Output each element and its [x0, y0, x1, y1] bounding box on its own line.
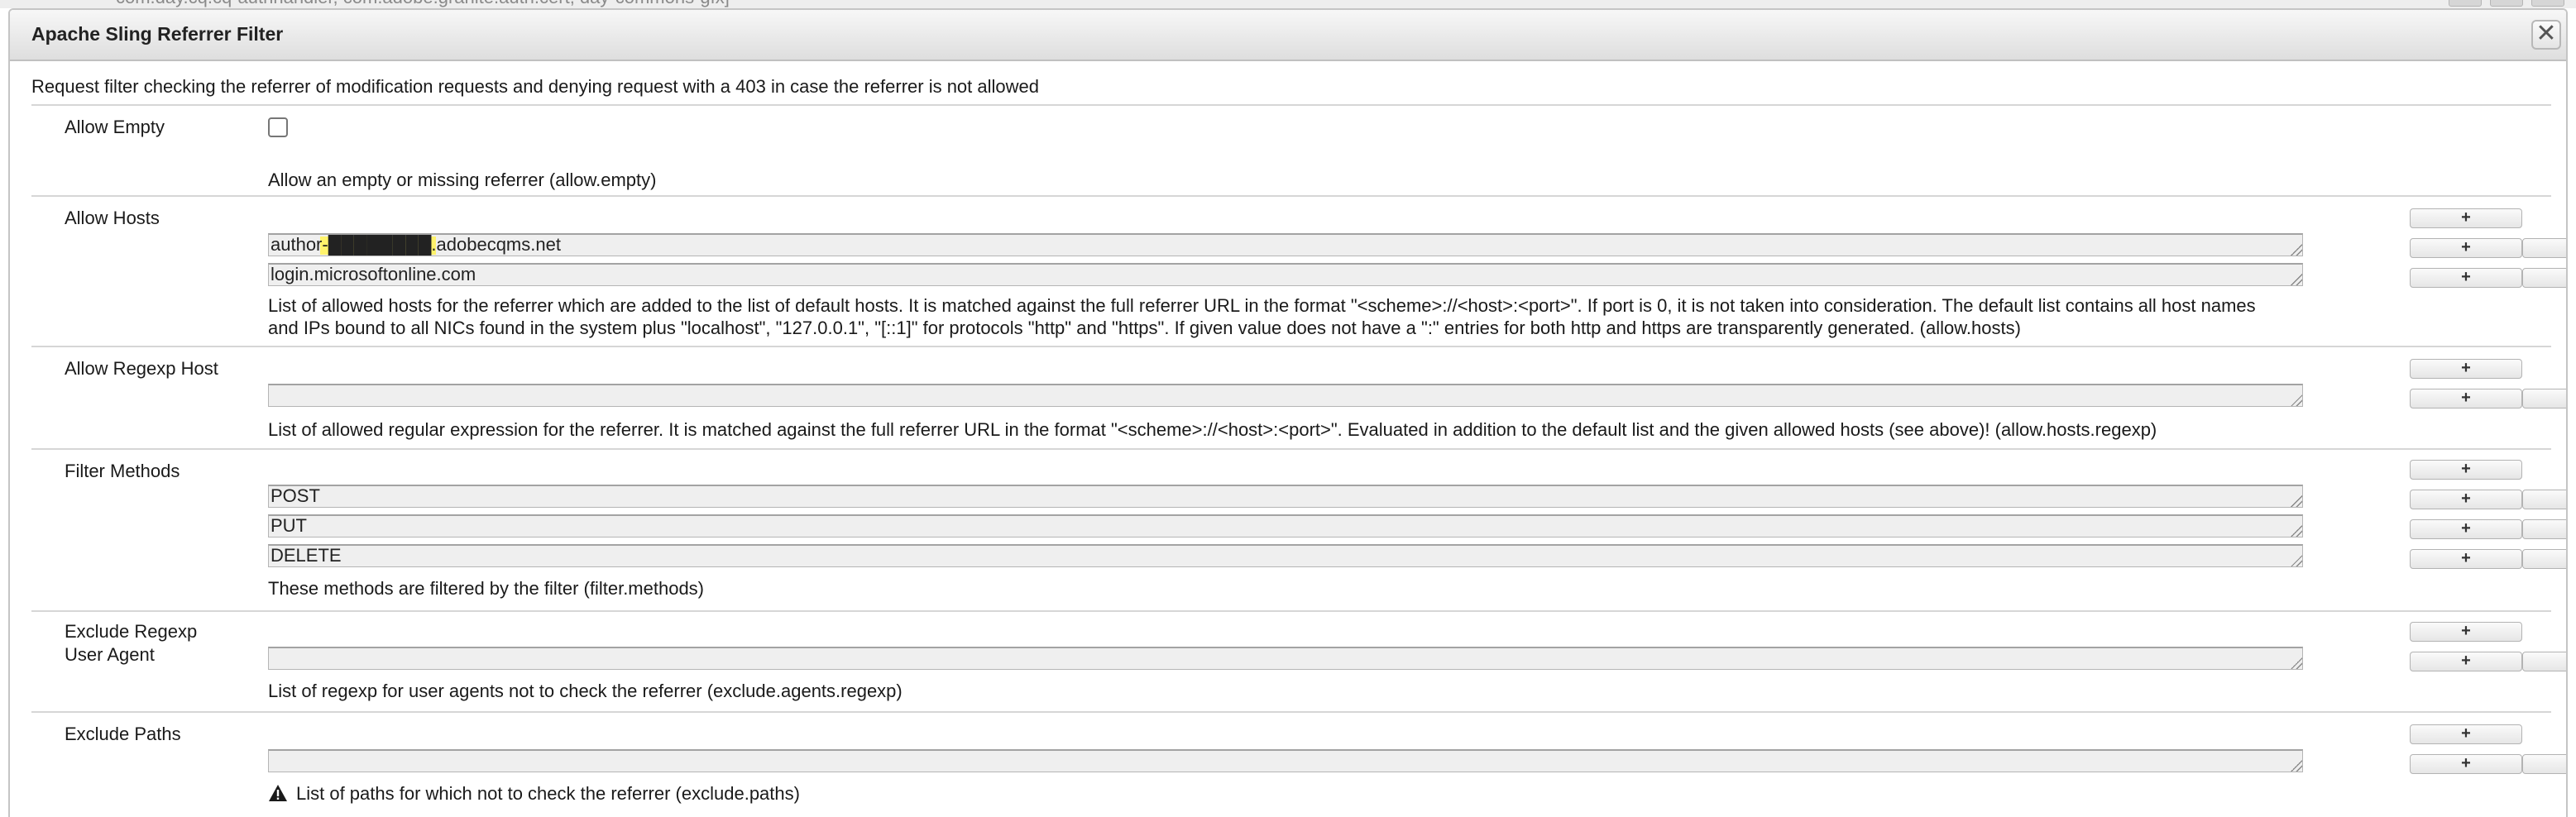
allow-hosts-add-button-1[interactable]: +	[2410, 238, 2522, 258]
filter-methods-add-button[interactable]: +	[2410, 460, 2522, 480]
filter-methods-remove-button-2[interactable]: -	[2522, 519, 2566, 539]
exclude-paths-add-button[interactable]: +	[2410, 724, 2522, 744]
allow-empty-help: Allow an empty or missing referrer (allo…	[268, 170, 657, 190]
section-allow-hosts: Allow Hosts + author-████████.adobecqms.…	[31, 195, 2566, 346]
resize-handle-icon[interactable]	[2291, 760, 2302, 772]
allow-regexp-host-add-button-1[interactable]: +	[2410, 389, 2522, 408]
exclude-regexp-user-agent-help: List of regexp for user agents not to ch…	[268, 681, 903, 701]
allow-hosts-remove-button-1[interactable]: -	[2522, 238, 2566, 258]
filter-methods-input-1[interactable]: POST	[268, 485, 2303, 508]
allow-regexp-host-input[interactable]	[268, 384, 2303, 407]
allow-hosts-remove-button-2[interactable]: -	[2522, 268, 2566, 288]
filter-methods-add-button-3[interactable]: +	[2410, 549, 2522, 569]
config-dialog: Apache Sling Referrer Filter ✕ Request f…	[8, 8, 2568, 817]
resize-handle-icon[interactable]	[2291, 394, 2302, 406]
resize-handle-icon[interactable]	[2291, 274, 2302, 285]
filter-methods-remove-button-3[interactable]: -	[2522, 549, 2566, 569]
warning-icon	[269, 785, 287, 801]
filter-methods-remove-button-1[interactable]: -	[2522, 490, 2566, 509]
section-filter-methods: Filter Methods + POST + - PUT + - DELETE…	[31, 448, 2566, 610]
exclude-paths-input[interactable]	[268, 749, 2303, 772]
allow-empty-checkbox[interactable]	[268, 117, 288, 137]
background-window-button	[2449, 0, 2482, 7]
section-allow-regexp-host: Allow Regexp Host + + - List of allowed …	[31, 346, 2566, 448]
filter-methods-add-button-2[interactable]: +	[2410, 519, 2522, 539]
resize-handle-icon[interactable]	[2291, 555, 2302, 566]
resize-handle-icon[interactable]	[2291, 244, 2302, 256]
filter-methods-add-button-1[interactable]: +	[2410, 490, 2522, 509]
resize-handle-icon[interactable]	[2291, 525, 2302, 537]
background-window-text: com.day.cq.cq-authhandler, com.adobe.gra…	[116, 0, 730, 8]
allow-empty-label: Allow Empty	[65, 117, 165, 137]
dialog-titlebar[interactable]: Apache Sling Referrer Filter ✕	[10, 10, 2566, 61]
exclude-regexp-user-agent-remove-button-1[interactable]: -	[2522, 652, 2566, 671]
filter-methods-input-3[interactable]: DELETE	[268, 544, 2303, 567]
exclude-paths-remove-button-1[interactable]: -	[2522, 754, 2566, 774]
dialog-description: Request filter checking the referrer of …	[31, 76, 1039, 97]
allow-regexp-host-label: Allow Regexp Host	[65, 358, 218, 379]
exclude-paths-help: List of paths for which not to check the…	[268, 782, 2539, 805]
background-window: com.day.cq.cq-authhandler, com.adobe.gra…	[0, 0, 2576, 8]
allow-hosts-add-button[interactable]: +	[2410, 208, 2522, 228]
background-window-button	[2490, 0, 2523, 7]
resize-handle-icon[interactable]	[2291, 657, 2302, 669]
exclude-regexp-user-agent-input[interactable]	[268, 647, 2303, 670]
resize-handle-icon[interactable]	[2291, 495, 2302, 507]
allow-hosts-label: Allow Hosts	[65, 208, 160, 228]
section-exclude-paths: Exclude Paths + + - List of paths for wh…	[31, 711, 2566, 817]
allow-regexp-host-help: List of allowed regular expression for t…	[268, 419, 2157, 440]
allow-hosts-help: List of allowed hosts for the referrer w…	[268, 295, 2256, 338]
filter-methods-label: Filter Methods	[65, 461, 180, 481]
allow-regexp-host-add-button[interactable]: +	[2410, 359, 2522, 379]
exclude-paths-add-button-1[interactable]: +	[2410, 754, 2522, 774]
section-allow-empty: Allow Empty Allow an empty or missing re…	[31, 104, 2551, 195]
background-window-button	[2531, 0, 2564, 7]
allow-hosts-input-2[interactable]: login.microsoftonline.com	[268, 263, 2303, 286]
section-exclude-regexp-user-agent: Exclude Regexp User Agent + + - List of …	[31, 610, 2566, 711]
exclude-paths-label: Exclude Paths	[65, 724, 181, 744]
close-button[interactable]: ✕	[2531, 20, 2561, 50]
allow-regexp-host-remove-button-1[interactable]: -	[2522, 389, 2566, 408]
filter-methods-input-2[interactable]: PUT	[268, 514, 2303, 538]
dialog-title: Apache Sling Referrer Filter	[31, 23, 284, 45]
exclude-regexp-user-agent-add-button-1[interactable]: +	[2410, 652, 2522, 671]
exclude-regexp-user-agent-label: Exclude Regexp User Agent	[65, 621, 198, 665]
exclude-regexp-user-agent-add-button[interactable]: +	[2410, 622, 2522, 642]
filter-methods-help: These methods are filtered by the filter…	[268, 578, 705, 599]
close-icon: ✕	[2535, 20, 2557, 47]
allow-hosts-add-button-2[interactable]: +	[2410, 268, 2522, 288]
allow-hosts-input-1[interactable]: author-████████.adobecqms.net	[268, 233, 2303, 256]
